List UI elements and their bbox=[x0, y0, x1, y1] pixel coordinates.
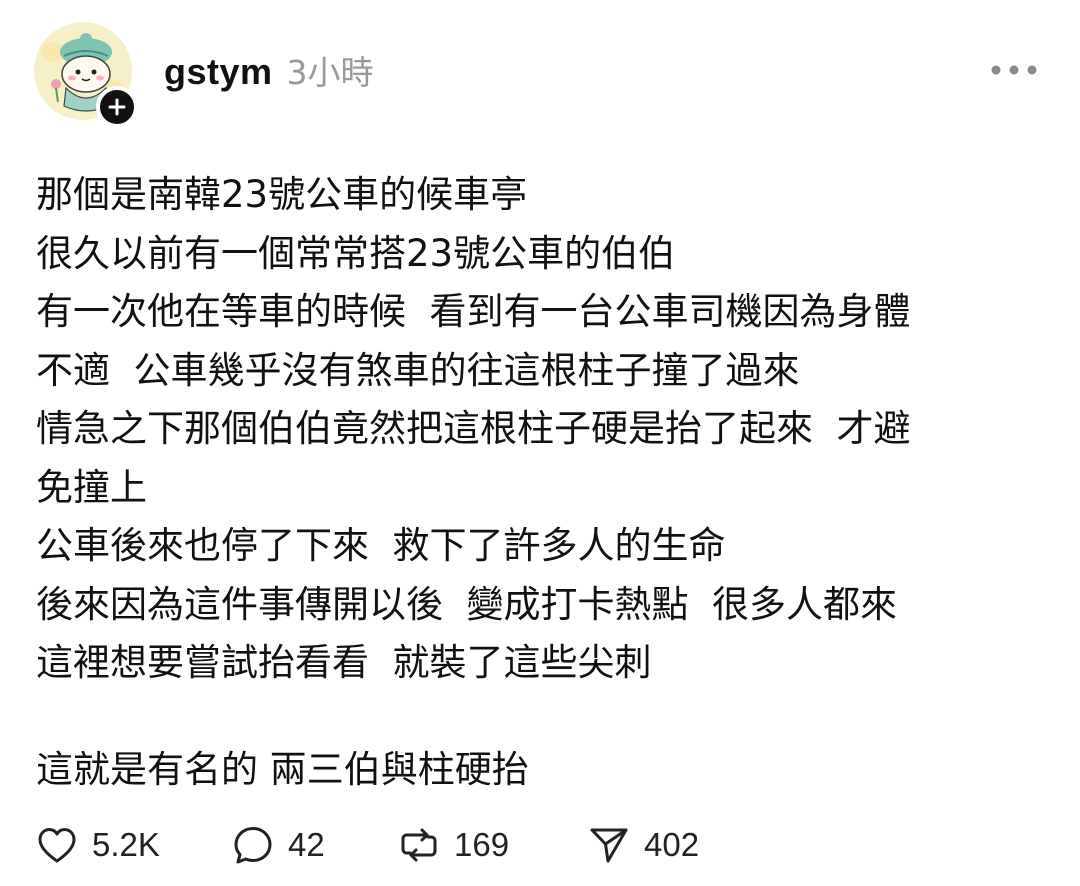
plus-icon bbox=[108, 98, 126, 116]
post-text-line: 公車後來也停了下來 救下了許多人的生命 bbox=[36, 524, 726, 567]
post-action-bar: 5.2K 42 169 402 bbox=[34, 820, 699, 870]
post-text-line: 有一次他在等車的時候 看到有一台公車司機因為身體 bbox=[36, 290, 911, 333]
post-text-line: 那個是南韓23號公車的候車亭 bbox=[36, 173, 528, 216]
repost-button[interactable]: 169 bbox=[396, 822, 586, 868]
repost-count: 169 bbox=[454, 826, 510, 863]
post-text-line: 不適 公車幾乎沒有煞車的往這根柱子撞了過來 bbox=[36, 348, 800, 392]
post-text-line: 後來因為這件事傳開以後 變成打卡熱點 很多人都來 bbox=[36, 582, 898, 626]
heart-icon bbox=[38, 828, 76, 863]
share-count: 402 bbox=[644, 826, 700, 863]
like-button[interactable]: 5.2K bbox=[34, 822, 230, 868]
more-options-button[interactable] bbox=[984, 50, 1044, 90]
comment-button[interactable]: 42 bbox=[230, 822, 396, 868]
ellipsis-icon bbox=[991, 65, 1037, 75]
comment-bubble-icon bbox=[234, 827, 272, 864]
post-timestamp[interactable]: 3小時 bbox=[287, 46, 374, 94]
post-text-line: 情急之下那個伯伯竟然把這根柱子硬是抬了起來 才避 bbox=[36, 407, 911, 450]
username-link[interactable]: gstym bbox=[164, 51, 273, 93]
post-body: 那個是南韓23號公車的候車亭 很久以前有一個常常搭23號公車的伯伯 有一次他在等… bbox=[36, 166, 1016, 799]
like-count: 5.2K bbox=[92, 826, 160, 863]
follow-button[interactable] bbox=[96, 86, 138, 128]
send-icon bbox=[590, 828, 628, 863]
author-avatar-container[interactable] bbox=[34, 22, 138, 128]
repost-icon bbox=[401, 828, 437, 862]
share-button[interactable]: 402 bbox=[586, 822, 699, 868]
post-closing-line: 這就是有名的 兩三伯與柱硬抬 bbox=[36, 747, 529, 791]
post-text-line: 這裡想要嘗試抬看看 就裝了這些尖刺 bbox=[36, 641, 652, 684]
post-meta: gstym 3小時 bbox=[164, 46, 374, 98]
post-text-line: 很久以前有一個常常搭23號公車的伯伯 bbox=[36, 231, 676, 275]
post-text-line: 免撞上 bbox=[36, 465, 147, 509]
comment-count: 42 bbox=[288, 826, 325, 863]
